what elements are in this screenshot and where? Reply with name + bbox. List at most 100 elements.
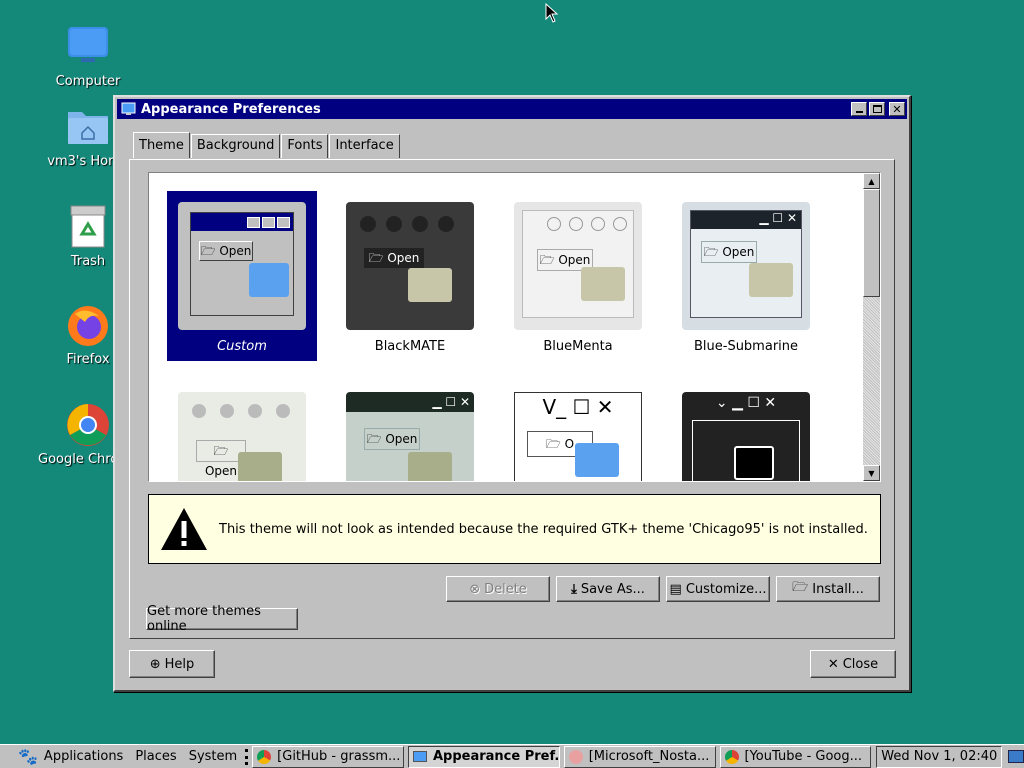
theme-preview: ▁ ☐ ✕ 🗁 Open (346, 392, 474, 481)
chrome-icon (724, 749, 739, 764)
taskbar: 🐾 Applications Places System [GitHub - g… (0, 744, 1024, 768)
home-folder-icon (65, 104, 111, 150)
menu-system[interactable]: System (183, 749, 243, 764)
theme-name: BlueMenta (543, 339, 613, 354)
chrome-icon (65, 402, 111, 448)
task-youtube[interactable]: [YouTube - Goog... (719, 745, 872, 768)
task-github[interactable]: [GitHub - grassm... (252, 745, 404, 768)
theme-name: Custom (217, 339, 267, 354)
scroll-down-button[interactable]: ▼ (863, 465, 880, 481)
separator-handle (245, 748, 249, 765)
theme-item-8[interactable]: ⌄ ▁ ☐ ✕ (671, 381, 821, 481)
firefox-icon (65, 302, 111, 348)
tab-theme[interactable]: Theme (133, 132, 190, 158)
theme-name: BlackMATE (374, 339, 446, 354)
save-as-label: Save As... (580, 581, 645, 597)
theme-preview-open-label: Open (387, 251, 420, 265)
minimize-button[interactable] (851, 102, 867, 116)
show-desktop-icon[interactable] (1008, 750, 1024, 763)
theme-preview-open-label: Open (219, 244, 252, 258)
tab-interface[interactable]: Interface (329, 134, 400, 158)
theme-list[interactable]: 🗁 Open Custom 🗁 Open BlackMATE 🗁 Open Bl… (148, 172, 881, 482)
desktop-icon-computer[interactable]: Computer (38, 24, 138, 89)
trash-icon (65, 204, 111, 250)
theme-item-blackmate[interactable]: 🗁 Open BlackMATE (335, 191, 485, 361)
theme-preview: V_ ☐ ✕ 🗁 O (514, 392, 642, 481)
tab-fonts[interactable]: Fonts (281, 134, 329, 158)
close-icon: ✕ (827, 656, 839, 672)
clock[interactable]: Wed Nov 1, 02:40 (876, 745, 1003, 768)
theme-preview-open-label: Open (385, 432, 418, 446)
task-label: [GitHub - grassm... (277, 749, 401, 764)
theme-name: Blue-Submarine (693, 339, 799, 354)
appearance-app-icon (121, 102, 137, 116)
install-button[interactable]: 🗁 Install... (776, 576, 880, 602)
help-button[interactable]: ⊕ Help (129, 650, 215, 678)
warning-text: This theme will not look as intended bec… (219, 521, 868, 537)
minimize-icon (855, 111, 863, 113)
help-icon: ⊕ (149, 656, 161, 672)
maximize-button[interactable] (869, 102, 885, 116)
theme-preview-open-label: Open (722, 245, 755, 259)
tab-background[interactable]: Background (190, 134, 281, 158)
window-title: Appearance Preferences (141, 101, 321, 117)
customize-label: Customize... (685, 581, 767, 597)
get-more-themes-button[interactable]: Get more themes online (146, 604, 298, 634)
theme-preview: ⌄ ▁ ☐ ✕ (682, 392, 810, 481)
appearance-app-icon (412, 751, 427, 762)
theme-item-6[interactable]: ▁ ☐ ✕ 🗁 Open (335, 381, 485, 481)
close-button[interactable]: ✕ Close (810, 650, 896, 678)
download-icon: ⤓ (571, 581, 577, 597)
task-label: Appearance Pref... (432, 749, 560, 764)
scroll-up-button[interactable]: ▲ (863, 173, 880, 189)
menu-places[interactable]: Places (129, 749, 182, 764)
close-window-button[interactable]: ✕ (889, 102, 905, 116)
theme-preview: 🗁 Open (178, 392, 306, 481)
folder-open-icon: 🗁 (792, 580, 809, 595)
missing-theme-warning: This theme will not look as intended bec… (148, 494, 881, 564)
theme-list-scrollbar[interactable]: ▲ ▼ (863, 173, 880, 481)
theme-item-5[interactable]: 🗁 Open (167, 381, 317, 481)
theme-preview-open-label: Open (558, 253, 591, 267)
scroll-up-icon: ▲ (868, 176, 875, 186)
theme-preview-blue-submarine: ▁ ☐ ✕ 🗁 Open (682, 202, 810, 330)
theme-item-custom[interactable]: 🗁 Open Custom (167, 191, 317, 361)
mouse-cursor-icon (545, 3, 559, 23)
get-more-themes-label: Get more themes online (147, 604, 261, 634)
title-bar[interactable]: Appearance Preferences ✕ (117, 99, 907, 119)
app-icon (568, 749, 583, 764)
theme-item-bluementa[interactable]: 🗁 Open BlueMenta (503, 191, 653, 361)
delete-button[interactable]: ⊗ Delete (446, 576, 550, 602)
theme-preview-open-label: O (564, 437, 575, 451)
task-appearance-preferences[interactable]: Appearance Pref... (407, 745, 560, 768)
gnome-foot-icon[interactable]: 🐾 (18, 747, 38, 766)
theme-preview-open-label: Open (204, 464, 238, 478)
warning-icon (161, 508, 207, 550)
help-label: Help (164, 656, 195, 672)
maximize-icon (872, 105, 882, 113)
theme-preview-custom: 🗁 Open (178, 202, 306, 330)
close-icon: ✕ (892, 102, 902, 116)
scrollbar-thumb[interactable] (863, 189, 880, 297)
theme-item-blue-submarine[interactable]: ▁ ☐ ✕ 🗁 Open Blue-Submarine (671, 191, 821, 361)
chrome-icon (257, 749, 272, 764)
scroll-down-icon: ▼ (868, 468, 875, 478)
theme-preview-blackmate: 🗁 Open (346, 202, 474, 330)
install-label: Install... (812, 581, 864, 597)
appearance-preferences-window: Appearance Preferences ✕ Theme Backgroun… (113, 95, 911, 692)
theme-preview-bluementa: 🗁 Open (514, 202, 642, 330)
desktop-icon-label: Computer (55, 74, 121, 89)
task-microsoft-nostalgia[interactable]: [Microsoft_Nosta... (563, 745, 716, 768)
document-icon: ▤ (669, 581, 682, 597)
theme-panel: 🗁 Open Custom 🗁 Open BlackMATE 🗁 Open Bl… (129, 159, 895, 639)
task-label: [Microsoft_Nosta... (588, 749, 710, 764)
menu-applications[interactable]: Applications (38, 749, 129, 764)
save-as-button[interactable]: ⤓ Save As... (556, 576, 660, 602)
computer-icon (65, 24, 111, 70)
delete-icon: ⊗ (469, 581, 481, 597)
close-label: Close (842, 656, 879, 672)
theme-item-7[interactable]: V_ ☐ ✕ 🗁 O (503, 381, 653, 481)
customize-button[interactable]: ▤ Customize... (666, 576, 770, 602)
tab-strip: Theme Background Fonts Interface (133, 132, 401, 158)
task-label: [YouTube - Goog... (744, 749, 863, 764)
